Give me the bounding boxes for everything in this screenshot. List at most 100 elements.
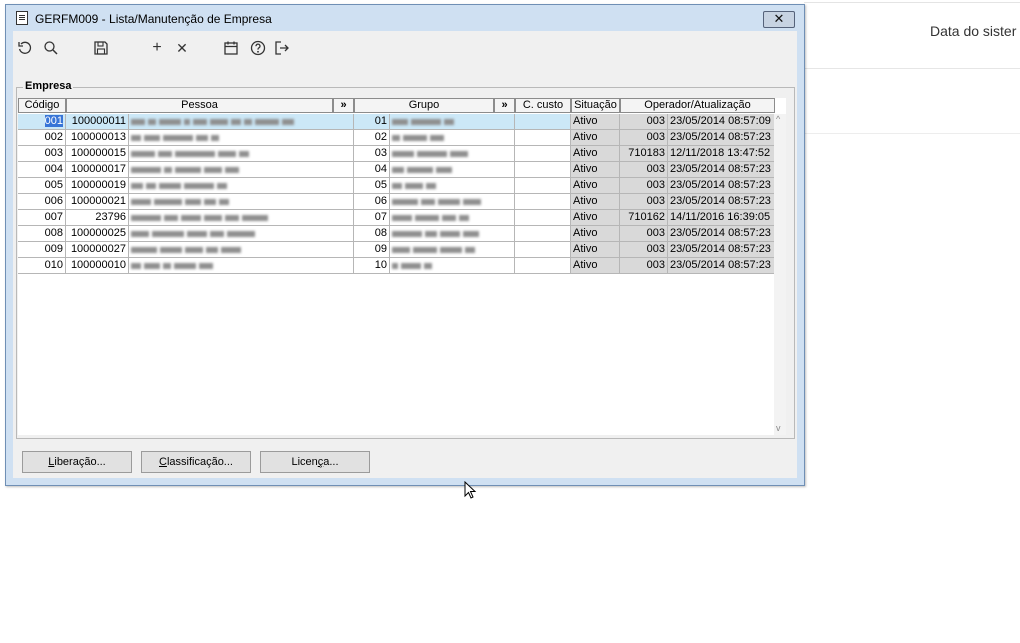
cell-situacao[interactable]: Ativo <box>571 146 620 162</box>
table-row[interactable]: 005 100000019 05 Ativo 003 23/05/2014 08:57:2… <box>18 178 786 194</box>
cell-pessoa[interactable]: 100000015 <box>66 146 129 162</box>
cell-operador: 003 <box>620 258 668 274</box>
cell-c-custo[interactable] <box>515 194 571 210</box>
cell-codigo[interactable]: 003 <box>18 146 66 162</box>
table-row[interactable]: 003 100000015 03 Ativo 710183 12/11/2018 13:4… <box>18 146 786 162</box>
table-row[interactable]: 010 100000010 10 Ativo 003 23/05/2014 08:57:2… <box>18 258 786 274</box>
cell-grupo[interactable]: 05 <box>354 178 390 194</box>
cell-codigo[interactable]: 008 <box>18 226 66 242</box>
cell-pessoa[interactable]: 100000027 <box>66 242 129 258</box>
table-row[interactable]: 008 100000025 08 Ativo 003 23/05/2014 08:57:2… <box>18 226 786 242</box>
cell-grupo[interactable]: 10 <box>354 258 390 274</box>
cell-pessoa[interactable]: 100000010 <box>66 258 129 274</box>
cell-situacao[interactable]: Ativo <box>571 242 620 258</box>
calendar-icon[interactable] <box>220 37 242 59</box>
cell-pessoa[interactable]: 100000013 <box>66 130 129 146</box>
redacted-text <box>392 167 404 173</box>
expand-grupo-icon[interactable]: » <box>494 98 515 113</box>
cell-c-custo[interactable] <box>515 210 571 226</box>
cell-grupo[interactable]: 06 <box>354 194 390 210</box>
expand-pessoa-icon[interactable]: » <box>333 98 354 113</box>
redacted-text <box>239 151 249 157</box>
licenca-button[interactable]: Licença... <box>260 451 370 473</box>
cell-situacao[interactable]: Ativo <box>571 162 620 178</box>
cell-situacao[interactable]: Ativo <box>571 258 620 274</box>
cell-codigo[interactable]: 010 <box>18 258 66 274</box>
scroll-up-icon[interactable]: ^ <box>776 114 780 124</box>
column-header-c-custo[interactable]: C. custo <box>515 98 571 113</box>
cell-c-custo[interactable] <box>515 178 571 194</box>
redacted-text <box>392 135 400 141</box>
cell-codigo[interactable]: 005 <box>18 178 66 194</box>
cell-codigo[interactable]: 009 <box>18 242 66 258</box>
cell-grupo[interactable]: 08 <box>354 226 390 242</box>
table-row[interactable]: 001 100000011 01 Ativo 003 23/05/2014 08:57:0… <box>18 114 786 130</box>
refresh-icon[interactable] <box>14 37 36 59</box>
redacted-text <box>401 263 421 269</box>
cell-pessoa[interactable]: 100000019 <box>66 178 129 194</box>
table-row[interactable]: 002 100000013 02 Ativo 003 23/05/2014 08:57:2… <box>18 130 786 146</box>
cell-situacao[interactable]: Ativo <box>571 194 620 210</box>
grid-vertical-scrollbar[interactable]: ^ v <box>774 114 786 435</box>
empresa-grid[interactable]: Código Pessoa » Grupo » C. custo Situaçã… <box>18 98 786 435</box>
cell-c-custo[interactable] <box>515 146 571 162</box>
cell-situacao[interactable]: Ativo <box>571 178 620 194</box>
cell-c-custo[interactable] <box>515 114 571 130</box>
cell-codigo-value[interactable]: 001 <box>44 115 63 127</box>
save-icon[interactable] <box>90 37 112 59</box>
cell-pessoa[interactable]: 100000017 <box>66 162 129 178</box>
cell-grupo[interactable]: 03 <box>354 146 390 162</box>
cell-grupo[interactable]: 04 <box>354 162 390 178</box>
cell-pessoa[interactable]: 100000021 <box>66 194 129 210</box>
redacted-text <box>199 263 213 269</box>
cell-grupo[interactable]: 01 <box>354 114 390 130</box>
delete-icon[interactable]: ✕ <box>171 37 193 59</box>
cell-codigo[interactable]: 006 <box>18 194 66 210</box>
cell-pessoa[interactable]: 23796 <box>66 210 129 226</box>
cell-codigo[interactable]: 002 <box>18 130 66 146</box>
column-header-operador-atualizacao[interactable]: Operador/Atualização <box>620 98 775 113</box>
close-button[interactable]: ✕ <box>763 11 795 28</box>
redacted-text <box>160 247 182 253</box>
search-icon[interactable] <box>40 37 62 59</box>
cell-situacao[interactable]: Ativo <box>571 226 620 242</box>
redacted-text <box>463 199 481 205</box>
exit-icon[interactable] <box>271 37 293 59</box>
mouse-cursor-icon <box>464 481 477 499</box>
help-icon[interactable] <box>247 37 269 59</box>
table-row[interactable]: 007 23796 07 Ativo 710162 14/11/2016 16:39:05 <box>18 210 786 226</box>
cell-situacao[interactable]: Ativo <box>571 210 620 226</box>
redacted-text <box>444 119 454 125</box>
cell-grupo[interactable]: 09 <box>354 242 390 258</box>
cell-c-custo[interactable] <box>515 226 571 242</box>
column-header-situacao[interactable]: Situação <box>571 98 620 113</box>
cell-c-custo[interactable] <box>515 162 571 178</box>
redacted-text <box>430 135 444 141</box>
cell-pessoa[interactable]: 100000025 <box>66 226 129 242</box>
table-row[interactable]: 004 100000017 04 Ativo 003 23/05/2014 08:57:2… <box>18 162 786 178</box>
cell-codigo[interactable]: 004 <box>18 162 66 178</box>
classificacao-button[interactable]: Classificação... <box>141 451 251 473</box>
column-header-pessoa[interactable]: Pessoa <box>66 98 333 113</box>
cell-grupo[interactable]: 07 <box>354 210 390 226</box>
column-header-grupo[interactable]: Grupo <box>354 98 494 113</box>
liberacao-button[interactable]: Liberação... <box>22 451 132 473</box>
cell-situacao[interactable]: Ativo <box>571 114 620 130</box>
redacted-text <box>417 151 447 157</box>
column-header-codigo[interactable]: Código <box>18 98 66 113</box>
scroll-down-icon[interactable]: v <box>776 423 781 433</box>
cell-situacao[interactable]: Ativo <box>571 130 620 146</box>
cell-pessoa[interactable]: 100000011 <box>66 114 129 130</box>
cell-codigo[interactable]: 001 <box>18 114 66 130</box>
cell-grupo[interactable]: 02 <box>354 130 390 146</box>
redacted-text <box>184 183 214 189</box>
add-icon[interactable]: + <box>146 37 168 59</box>
table-row[interactable]: 006 100000021 06 Ativo 003 23/05/2014 08:57:2… <box>18 194 786 210</box>
cell-c-custo[interactable] <box>515 258 571 274</box>
title-bar[interactable]: GERFM009 - Lista/Manutenção de Empresa ✕ <box>6 5 804 31</box>
redacted-text <box>218 151 236 157</box>
table-row[interactable]: 009 100000027 09 Ativo 003 23/05/2014 08:57:2… <box>18 242 786 258</box>
cell-c-custo[interactable] <box>515 242 571 258</box>
cell-codigo[interactable]: 007 <box>18 210 66 226</box>
cell-c-custo[interactable] <box>515 130 571 146</box>
